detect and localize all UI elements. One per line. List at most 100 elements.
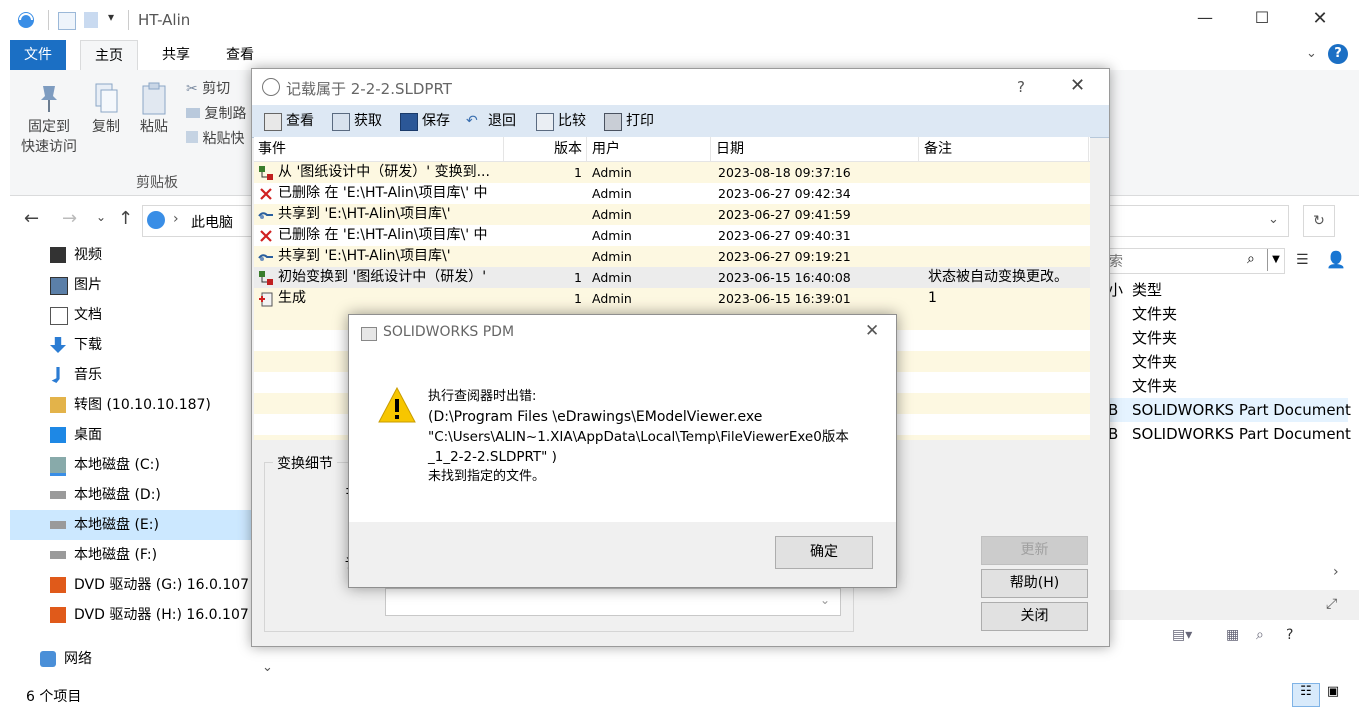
cell-user: Admin [592, 249, 632, 264]
type-column-header[interactable]: 类型 [1132, 278, 1162, 302]
nav-item[interactable]: 本地磁盘 (C:) [10, 450, 255, 480]
tab-share[interactable]: 共享 [148, 40, 204, 70]
ok-button[interactable]: 确定 [775, 536, 873, 569]
history-row[interactable]: 已删除 在 'E:\HT-Alin\项目库\' 中 Admin 2023-06-27… [254, 183, 1090, 204]
copy-button[interactable]: 复制 [86, 82, 126, 136]
help-button[interactable]: 帮助(H) [981, 569, 1088, 598]
history-help-button[interactable]: ? [1017, 78, 1025, 96]
user-icon[interactable]: 👤 [1326, 250, 1346, 269]
address-bar-right[interactable]: ⌄ [1108, 205, 1289, 237]
file-list-item[interactable]: 文件夹 [1108, 302, 1348, 326]
help-icon[interactable]: ? [1328, 44, 1348, 64]
details-view-icon[interactable]: ☷ [1292, 683, 1320, 707]
file-list-item[interactable]: B SOLIDWORKS Part Document [1108, 422, 1351, 446]
history-row[interactable]: 已删除 在 'E:\HT-Alin\项目库\' 中 Admin 2023-06-27… [254, 225, 1090, 246]
large-icons-view-icon[interactable]: ▣ [1322, 684, 1344, 704]
nav-item[interactable]: 图片 [10, 270, 255, 300]
close-window-button[interactable]: ✕ [1305, 8, 1335, 32]
cell-date: 2023-06-15 16:39:01 [718, 291, 851, 306]
nav-item[interactable]: 转图 (10.10.10.187) [10, 390, 255, 420]
nav-item[interactable]: 视频 [10, 240, 255, 270]
comment-dropdown-icon[interactable]: ⌄ [820, 593, 830, 607]
status-bar: 6 个项目 ☷ ▣ [0, 683, 1359, 708]
pin-label: 固定到 [28, 119, 70, 135]
nav-item[interactable]: 音乐 [10, 360, 255, 390]
pdm-checkout-icon[interactable]: ▦ [1226, 627, 1239, 643]
refresh-button[interactable]: 更新 [981, 536, 1088, 565]
qat-properties-icon[interactable] [58, 12, 76, 30]
pin-quick-access-button[interactable]: 固定到 快速访问 [16, 82, 82, 156]
cut-button[interactable]: ✂ 剪切 [186, 78, 230, 100]
forward-icon[interactable]: → [62, 208, 77, 229]
explorer-app-icon[interactable] [16, 10, 36, 30]
history-close-button[interactable]: ✕ [1070, 75, 1085, 96]
nav-item[interactable]: 本地磁盘 (F:) [10, 540, 255, 570]
rollback-button[interactable]: ↶ 退回 [464, 111, 516, 131]
copy-path-button[interactable]: 复制路 [186, 103, 246, 125]
address-dropdown-icon[interactable]: ⌄ [1268, 212, 1279, 227]
nav-item[interactable]: 本地磁盘 (E:) [10, 510, 255, 540]
print-button[interactable]: 打印 [602, 111, 654, 131]
qat-customize-icon[interactable]: ▾ [108, 10, 114, 24]
pdm-view-icon[interactable]: ▤▾ [1172, 627, 1192, 643]
pdm-window-icon [361, 327, 377, 341]
compare-button[interactable]: 比较 [534, 111, 586, 131]
file-list-item[interactable]: 文件夹 [1108, 350, 1348, 374]
save-button[interactable]: 保存 [398, 111, 450, 131]
cell-note [928, 162, 1088, 183]
close-button[interactable]: 关闭 [981, 602, 1088, 631]
history-row[interactable]: 初始变换到 '图纸设计中（研发）' 1 Admin 2023-06-15 16:40:… [254, 267, 1090, 288]
view-options-icon[interactable]: ☰ [1296, 252, 1309, 268]
search-box[interactable]: 索 ⌕ ▼ [1108, 248, 1285, 274]
nav-item[interactable]: DVD 驱动器 (G:) 16.0.107 [10, 570, 255, 600]
nav-item[interactable]: DVD 驱动器 (H:) 16.0.107 [10, 600, 255, 630]
history-row[interactable]: 从 '图纸设计中（研发）' 变换到... 1 Admin 2023-08-18 09:… [254, 162, 1090, 183]
back-icon[interactable]: ← [24, 208, 39, 229]
file-list-item[interactable]: B SOLIDWORKS Part Document [1108, 398, 1351, 422]
nav-item[interactable]: 文档 [10, 300, 255, 330]
tab-home[interactable]: 主页 [80, 40, 138, 71]
get-button[interactable]: 获取 [330, 111, 382, 131]
scroll-right-icon[interactable]: › [1333, 564, 1339, 580]
view-button[interactable]: 查看 [262, 111, 314, 131]
maximize-button[interactable]: ☐ [1247, 8, 1277, 32]
this-pc-icon [147, 211, 165, 229]
nav-item[interactable]: 桌面 [10, 420, 255, 450]
tab-file[interactable]: 文件 [10, 40, 66, 70]
col-date[interactable]: 日期 [712, 137, 919, 161]
paste-shortcut-button[interactable]: 粘贴快 [186, 128, 244, 150]
nav-scroll-down-icon[interactable]: ⌄ [262, 660, 273, 675]
col-version[interactable]: 版本 [504, 137, 587, 161]
qat-new-folder-icon[interactable] [84, 12, 98, 28]
col-event[interactable]: 事件 [254, 137, 504, 161]
history-row[interactable]: 生成 1 Admin 2023-06-15 16:39:01 1 [254, 288, 1090, 309]
address-bar[interactable]: › 此电脑 [142, 205, 258, 237]
file-list-item[interactable]: 文件夹 [1108, 326, 1348, 350]
search-icon[interactable]: ⌕ [1247, 251, 1255, 267]
size-column-header[interactable]: 小 [1108, 278, 1123, 302]
pdm-search-icon[interactable]: ⌕ [1256, 627, 1264, 643]
nav-item[interactable]: 下载 [10, 330, 255, 360]
breadcrumb-this-pc[interactable]: 此电脑 [191, 212, 233, 232]
minimize-button[interactable]: — [1190, 8, 1220, 32]
detail-comment-box[interactable]: ⌄ [385, 588, 841, 616]
tab-view[interactable]: 查看 [212, 40, 268, 70]
ribbon-collapse-icon[interactable]: ⌄ [1306, 46, 1317, 61]
col-note[interactable]: 备注 [920, 137, 1089, 161]
history-row[interactable]: 共享到 'E:\HT-Alin\项目库\' Admin 2023-06-27 09:… [254, 246, 1090, 267]
history-row[interactable]: 共享到 'E:\HT-Alin\项目库\' Admin 2023-06-27 09:… [254, 204, 1090, 225]
file-list-item[interactable]: 文件夹 [1108, 374, 1348, 398]
col-user[interactable]: 用户 [588, 137, 711, 161]
nav-item[interactable]: 本地磁盘 (D:) [10, 480, 255, 510]
delete-icon [258, 228, 274, 244]
recent-locations-icon[interactable]: ⌄ [96, 210, 106, 224]
pdm-help-icon[interactable]: ? [1286, 627, 1293, 643]
nav-item-network[interactable]: 网络 [10, 644, 255, 674]
search-dropdown-icon[interactable]: ▼ [1267, 249, 1284, 271]
expand-icon[interactable]: ⤢ [1326, 596, 1337, 612]
paste-button[interactable]: 粘贴 [134, 82, 174, 136]
horizontal-scrollbar[interactable]: › [1108, 562, 1348, 584]
up-icon[interactable]: ↑ [118, 208, 133, 229]
refresh-icon[interactable]: ↻ [1303, 205, 1335, 237]
error-close-button[interactable]: ✕ [865, 321, 879, 341]
